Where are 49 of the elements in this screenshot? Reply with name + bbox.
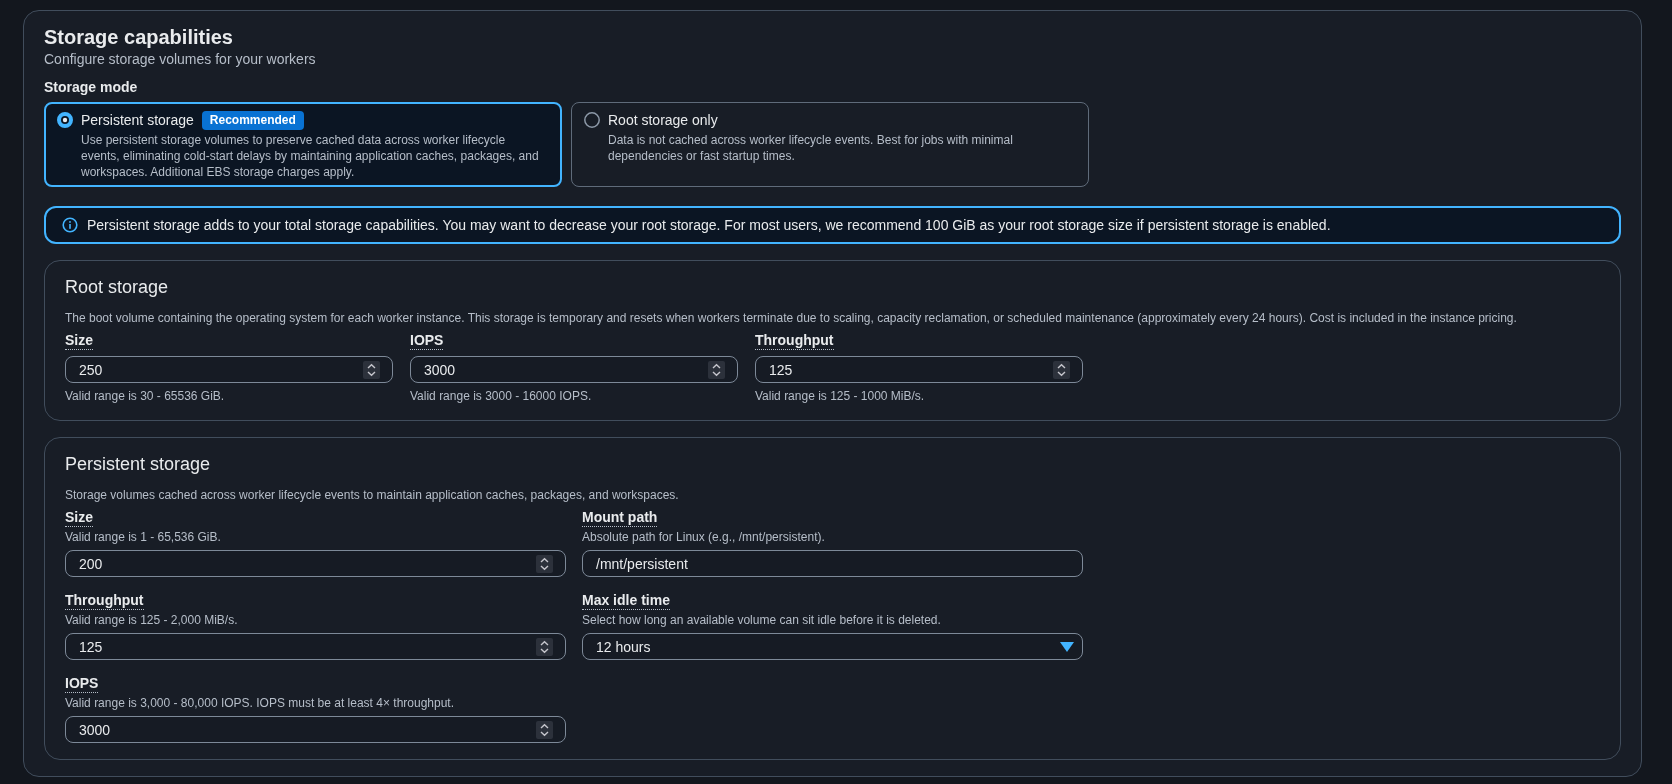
number-input[interactable]: 250	[65, 356, 393, 383]
up-down-chevron-icon[interactable]	[536, 554, 553, 573]
number-input[interactable]: 125	[755, 356, 1083, 383]
field-description: Absolute path for Linux (e.g., /mnt/persistent).	[582, 529, 826, 545]
field-label: Size	[65, 332, 93, 350]
field-description: Valid range is 3,000 - 80,000 IOPS. IOPS must be at least 4× throughput.	[65, 695, 455, 711]
text-input[interactable]: /mnt/persistent	[582, 550, 1083, 577]
up-down-chevron-icon[interactable]	[536, 637, 553, 656]
number-input[interactable]: 125	[65, 633, 566, 660]
info-icon	[62, 217, 78, 233]
number-input[interactable]: 200	[65, 550, 566, 577]
container-description: The boot volume containing the operating system for each worker instance. This storage is temporary and resets when workers terminate due to scaling, capacity reclamation, or scheduled maintenance (approximately every 24 hours). Cost is included in the instance pricing.	[65, 310, 1518, 326]
section-description: Configure storage volumes for your workers	[44, 50, 317, 68]
field-label: Size	[65, 509, 93, 527]
alert-text: Persistent storage adds to your total storage capabilities. You may want to decrease your root storage. For most users, we recommend 100 GiB as your root storage size if persistent storage is enabled.	[87, 216, 1331, 234]
select-dropdown[interactable]: 12 hours	[582, 633, 1083, 660]
field-label: Mount path	[582, 509, 658, 527]
radio-group-label: Storage mode	[44, 78, 139, 96]
field-description: Valid range is 125 - 2,000 MiB/s.	[65, 612, 239, 628]
field-label: Throughput	[755, 332, 834, 350]
status-badge: Recommended	[201, 110, 304, 130]
option-label: Root storage only	[608, 111, 718, 130]
up-down-chevron-icon[interactable]	[363, 360, 380, 379]
container-title: Persistent storage	[65, 453, 212, 475]
field-label: Throughput	[65, 592, 144, 610]
container-description: Storage volumes cached across worker lifecycle events to maintain application caches, packages, and workspaces.	[65, 487, 680, 503]
number-input[interactable]: 3000	[410, 356, 738, 383]
field-constraint: Valid range is 30 - 65536 GiB.	[65, 388, 226, 404]
field-description: Valid range is 1 - 65,536 GiB.	[65, 529, 222, 545]
option-description: Use persistent storage volumes to preserve cached data across worker lifecycle events, eliminating cold-start delays by maintaining application caches, packages, and workspaces. Additional EBS storage charges apply.	[81, 132, 540, 180]
radio-tile[interactable]: Root storage only Data is not cached across worker lifecycle events. Best for jobs with minimal dependencies or fast startup times.	[571, 102, 1089, 187]
option-label: Persistent storage	[81, 111, 194, 130]
field-label: IOPS	[65, 675, 99, 693]
up-down-chevron-icon[interactable]	[708, 360, 725, 379]
field-description: Select how long an available volume can sit idle before it is deleted.	[582, 612, 942, 628]
option-description: Data is not cached across worker lifecycle events. Best for jobs with minimal dependencies or fast startup times.	[608, 132, 1014, 164]
up-down-chevron-icon[interactable]	[536, 720, 553, 739]
radio-tile[interactable]	[44, 102, 562, 187]
field-constraint: Valid range is 125 - 1000 MiB/s.	[755, 388, 926, 404]
field-constraint: Valid range is 3000 - 16000 IOPS.	[410, 388, 593, 404]
up-down-chevron-icon[interactable]	[1053, 360, 1070, 379]
caret-down-icon	[1060, 641, 1074, 652]
radio-button[interactable]	[584, 112, 600, 128]
container-title: Root storage	[65, 276, 170, 298]
number-input[interactable]: 3000	[65, 716, 566, 743]
field-label: Max idle time	[582, 592, 670, 610]
section-title: Storage capabilities	[44, 25, 234, 49]
radio-button[interactable]	[57, 112, 73, 128]
field-label: IOPS	[410, 332, 444, 350]
